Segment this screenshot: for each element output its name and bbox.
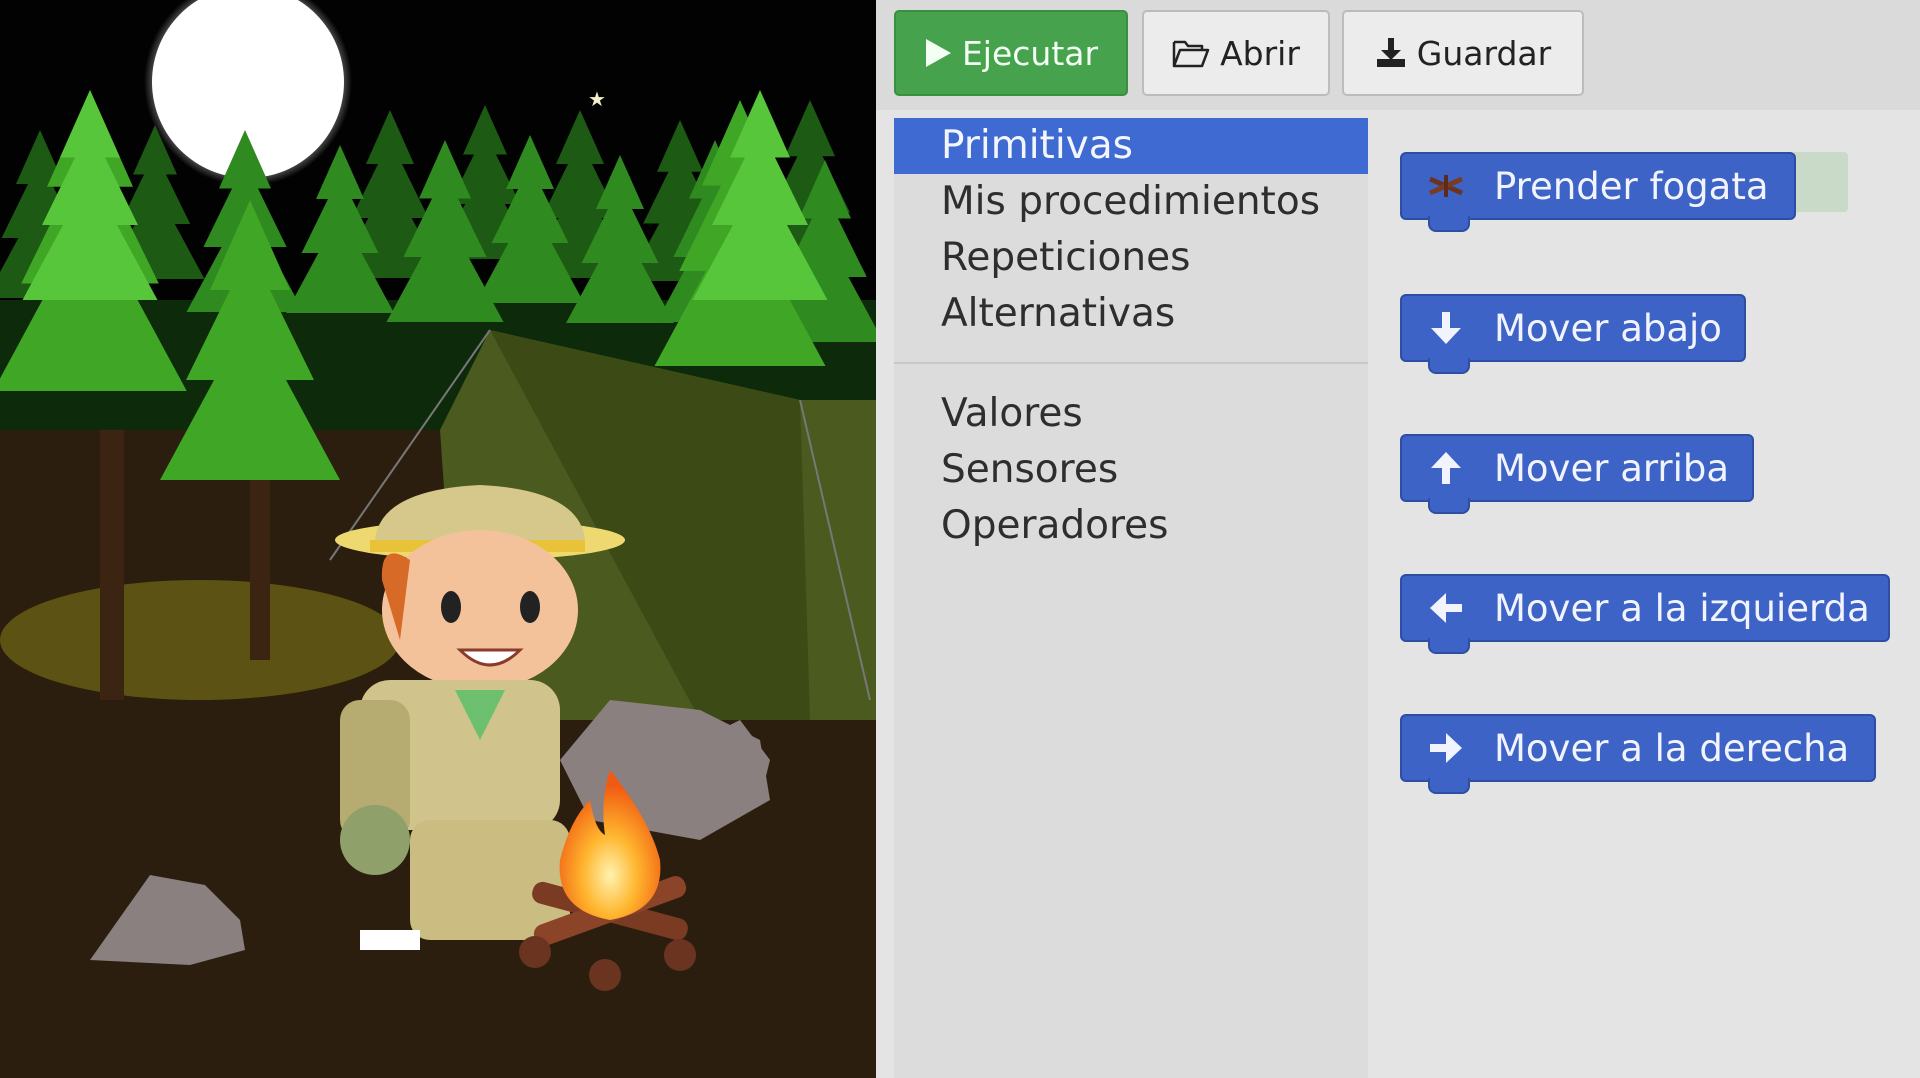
arrow-left-icon <box>1426 588 1466 628</box>
download-icon <box>1375 37 1407 69</box>
block-label: Mover abajo <box>1494 306 1722 350</box>
block-mover-derecha[interactable]: Mover a la derecha <box>1400 714 1876 794</box>
block-label: Mover a la derecha <box>1494 726 1850 770</box>
block-label: Mover arriba <box>1494 446 1730 490</box>
category-alternativas[interactable]: Alternativas <box>894 286 1368 342</box>
block-editor: Ejecutar Abrir Guardar Primitivas Mis pr… <box>876 0 1920 1078</box>
block-mover-izquierda[interactable]: Mover a la izquierda <box>1400 574 1890 654</box>
category-repeticiones[interactable]: Repeticiones <box>894 230 1368 286</box>
run-button[interactable]: Ejecutar <box>894 10 1128 96</box>
category-divider <box>894 362 1368 364</box>
run-label: Ejecutar <box>961 33 1099 73</box>
category-list: Primitivas Mis procedimientos Repeticion… <box>894 118 1368 1078</box>
arrow-up-icon <box>1426 448 1466 488</box>
category-operadores[interactable]: Operadores <box>894 498 1368 554</box>
save-label: Guardar <box>1416 33 1552 73</box>
open-button[interactable]: Abrir <box>1142 10 1330 96</box>
play-icon <box>924 38 952 68</box>
block-label: Mover a la izquierda <box>1494 586 1870 630</box>
arrow-right-icon <box>1426 728 1466 768</box>
folder-open-icon <box>1172 38 1210 68</box>
category-sensores[interactable]: Sensores <box>894 442 1368 498</box>
category-primitivas[interactable]: Primitivas <box>894 118 1368 174</box>
block-mover-abajo[interactable]: Mover abajo <box>1400 294 1746 374</box>
svg-text:★: ★ <box>588 87 606 111</box>
block-prender-fogata[interactable]: Prender fogata <box>1400 152 1796 232</box>
block-label: Prender fogata <box>1494 164 1769 208</box>
toolbar: Ejecutar Abrir Guardar <box>876 0 1920 110</box>
arrow-down-icon <box>1426 308 1466 348</box>
fire-sticks-icon <box>1426 166 1466 206</box>
save-button[interactable]: Guardar <box>1342 10 1584 96</box>
block-flyout: Prender fogata Mover abajo Mover arriba … <box>1368 118 1920 1078</box>
block-mover-arriba[interactable]: Mover arriba <box>1400 434 1754 514</box>
game-scene: ★ ★ <box>0 0 876 1078</box>
open-label: Abrir <box>1220 33 1300 73</box>
category-mis-procedimientos[interactable]: Mis procedimientos <box>894 174 1368 230</box>
category-valores[interactable]: Valores <box>894 386 1368 442</box>
camping-scene-illustration: ★ ★ <box>0 0 876 1078</box>
